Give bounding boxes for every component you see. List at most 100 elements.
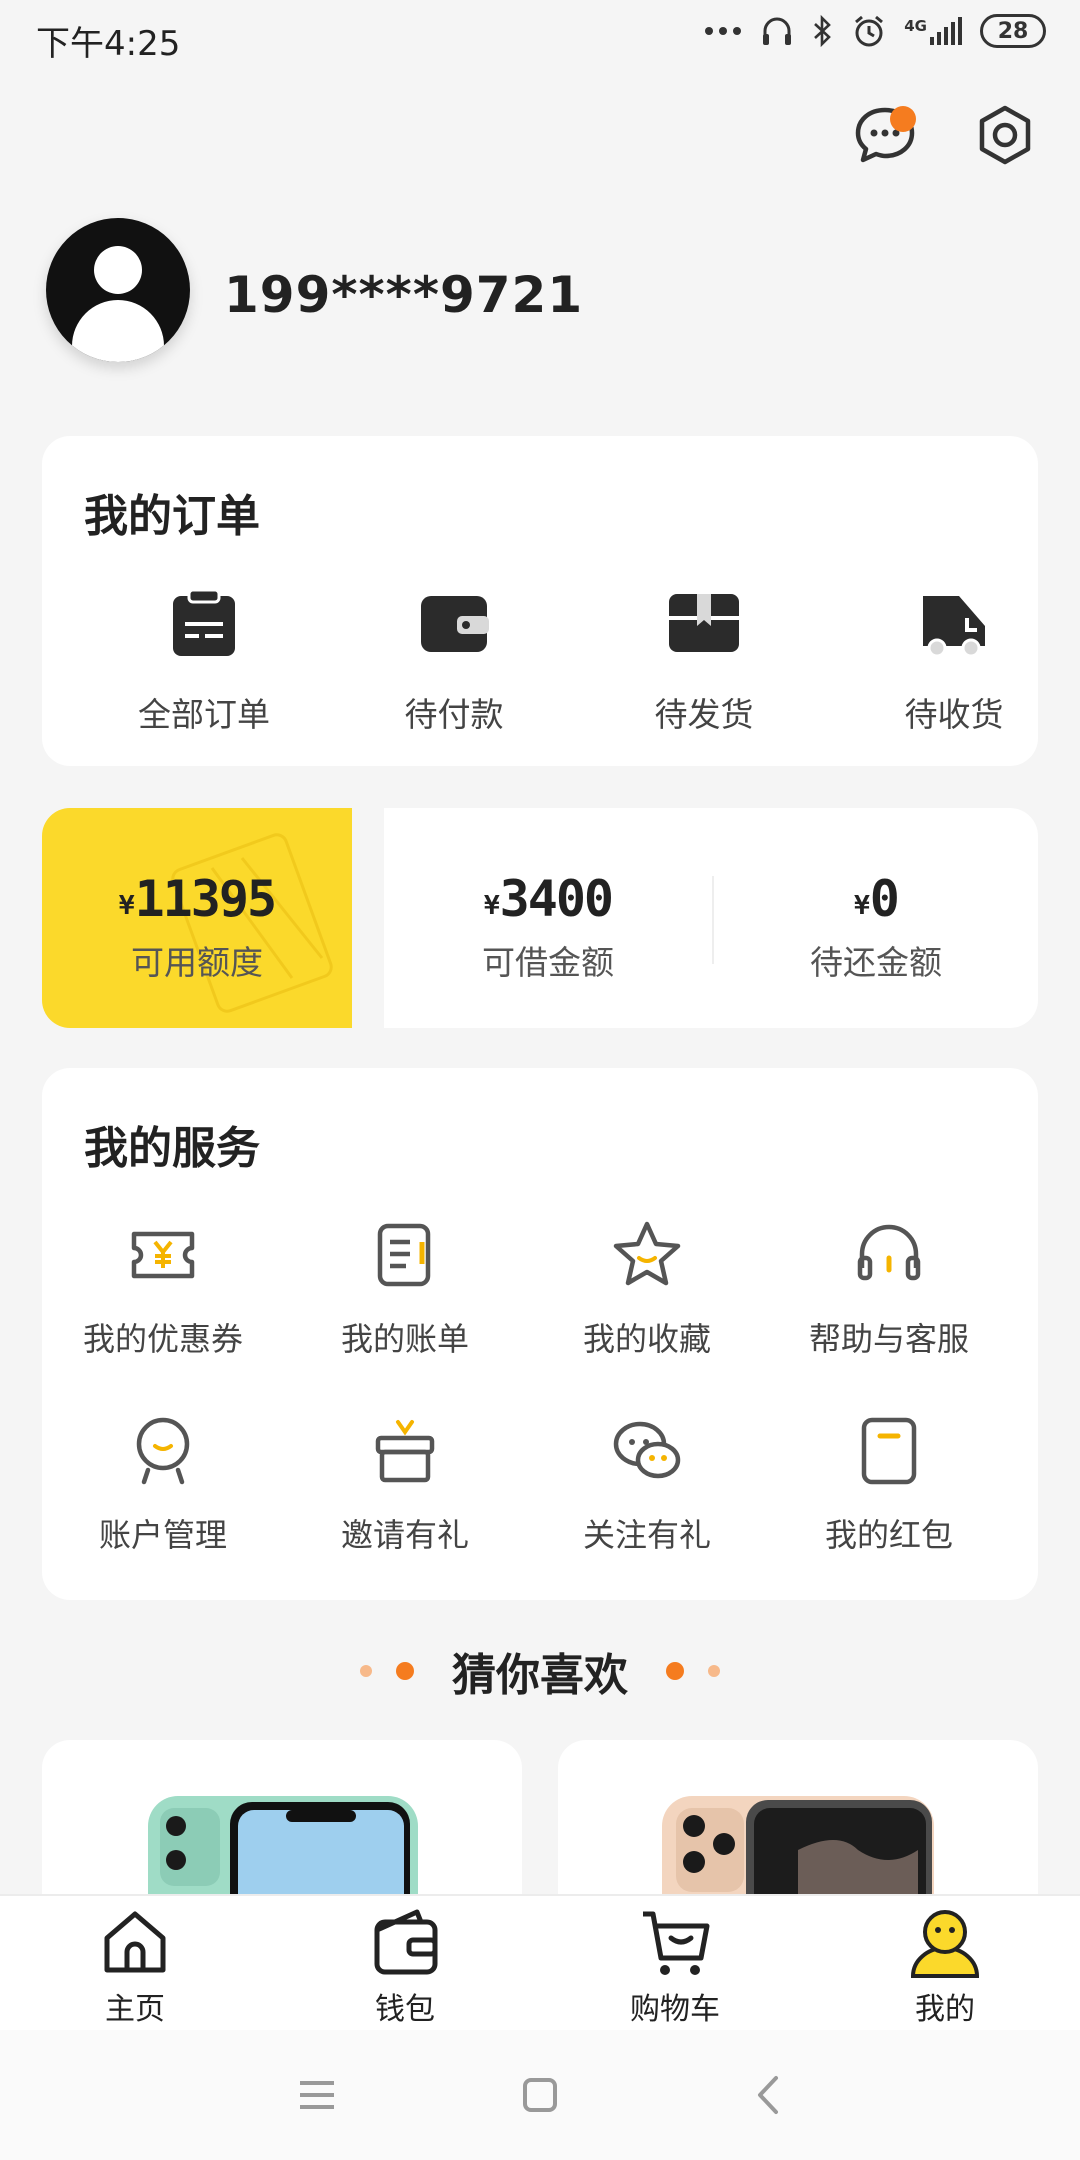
available-credit: ¥11395 可用额度 xyxy=(42,870,352,984)
service-account[interactable]: 账户管理 xyxy=(42,1414,284,1556)
order-all-label: 全部订单 xyxy=(138,695,270,734)
product-card[interactable] xyxy=(42,1740,522,1900)
notification-dot xyxy=(890,106,916,132)
wallet-icon xyxy=(421,596,489,652)
service-follow[interactable]: 关注有礼 xyxy=(526,1414,768,1556)
pending-currency: ¥ xyxy=(854,891,870,921)
service-help[interactable]: 帮助与客服 xyxy=(768,1218,1010,1360)
bottom-nav: 主页 钱包 购物车 我的 xyxy=(0,1894,1080,2030)
avatar-user-icon xyxy=(72,246,164,362)
decor-dot xyxy=(708,1665,720,1677)
service-red-packet-label: 我的红包 xyxy=(824,1516,953,1554)
borrowable-currency: ¥ xyxy=(483,891,500,921)
borrowable-amount[interactable]: ¥3400 可借金额 xyxy=(384,870,712,984)
order-to-ship-button[interactable]: 待发货 xyxy=(604,586,804,736)
avatar[interactable] xyxy=(46,218,190,362)
service-invite[interactable]: 邀请有礼 xyxy=(284,1414,526,1556)
nav-cart-label: 购物车 xyxy=(630,1992,720,2027)
recommend-header: 猜你喜欢 xyxy=(0,1636,1080,1706)
pending-label: 待还金额 xyxy=(810,943,942,982)
back-button[interactable] xyxy=(744,2070,794,2120)
bluetooth-icon xyxy=(814,14,832,48)
services-card: 我的服务 我的优惠券 我的账单 我的收藏 帮助与客服 账户管理 邀请有礼 关注有… xyxy=(42,1068,1038,1600)
nav-profile-label: 我的 xyxy=(915,1992,975,2027)
available-credit-value: 11395 xyxy=(134,870,278,928)
service-coupons[interactable]: 我的优惠券 xyxy=(42,1218,284,1360)
nav-home-label: 主页 xyxy=(105,1992,165,2027)
order-to-receive-button[interactable]: 待收货 xyxy=(854,586,1054,736)
recommend-title: 猜你喜欢 xyxy=(452,1650,628,1701)
product-card[interactable] xyxy=(558,1740,1038,1900)
pending-value: 0 xyxy=(869,870,900,928)
square-home-icon xyxy=(523,2078,557,2112)
status-bar: 下午4:25 4G 28 xyxy=(0,0,1080,80)
orders-title: 我的订单 xyxy=(84,491,260,542)
cart-icon xyxy=(643,1911,710,1975)
profile-icon xyxy=(910,1910,980,1978)
nav-home[interactable]: 主页 xyxy=(35,1906,235,2028)
box-icon xyxy=(669,594,739,652)
orders-card: 我的订单 全部订单 待付款 待发货 待收货 xyxy=(42,436,1038,766)
signal-icon xyxy=(930,17,962,45)
battery-icon: 28 xyxy=(980,14,1046,48)
product-image-gold-phone xyxy=(662,1796,934,1900)
available-credit-label: 可用额度 xyxy=(131,943,263,982)
loan-summary-card: ¥3400 可借金额 ¥0 待还金额 xyxy=(384,808,1038,1028)
star-icon xyxy=(613,1221,681,1286)
decor-dot xyxy=(360,1665,372,1677)
service-bills[interactable]: 我的账单 xyxy=(284,1218,526,1360)
more-dots-icon xyxy=(705,27,742,35)
wechat-icon xyxy=(613,1421,681,1479)
red-packet-icon xyxy=(861,1417,917,1485)
menu-button[interactable] xyxy=(292,2070,342,2120)
order-all-button[interactable]: 全部订单 xyxy=(104,586,304,736)
decor-dot xyxy=(396,1662,414,1680)
nav-profile[interactable]: 我的 xyxy=(845,1906,1045,2028)
back-icon xyxy=(758,2076,778,2114)
order-to-ship-label: 待发货 xyxy=(654,695,754,734)
service-account-label: 账户管理 xyxy=(98,1516,227,1554)
nav-cart[interactable]: 购物车 xyxy=(575,1906,775,2028)
user-phone: 199****9721 xyxy=(224,266,584,324)
pending-repayment[interactable]: ¥0 待还金额 xyxy=(714,870,1038,984)
clipboard-icon xyxy=(173,588,235,656)
service-favorites[interactable]: 我的收藏 xyxy=(526,1218,768,1360)
pending-repayment-value: ¥0 xyxy=(714,870,1038,928)
services-title: 我的服务 xyxy=(84,1123,260,1174)
borrowable-value: 3400 xyxy=(499,870,614,928)
service-coupons-label: 我的优惠券 xyxy=(82,1320,243,1358)
order-unpaid-label: 待付款 xyxy=(404,695,504,734)
order-unpaid-button[interactable]: 待付款 xyxy=(354,586,554,736)
order-to-receive-label: 待收货 xyxy=(904,695,1004,734)
service-help-label: 帮助与客服 xyxy=(808,1320,969,1358)
home-icon xyxy=(104,1911,166,1973)
service-invite-label: 邀请有礼 xyxy=(340,1516,469,1554)
signal-4g: 4G xyxy=(904,17,962,45)
status-icons: 4G 28 xyxy=(704,14,1046,48)
wallet-icon xyxy=(374,1909,438,1975)
network-type: 4G xyxy=(904,17,927,35)
settings-button[interactable] xyxy=(972,102,1038,168)
borrowable-amount-value: ¥3400 xyxy=(384,870,712,928)
headphones-icon xyxy=(763,17,792,45)
available-credit-currency: ¥ xyxy=(118,891,135,921)
borrowable-label: 可借金额 xyxy=(482,943,614,982)
service-favorites-label: 我的收藏 xyxy=(582,1320,711,1358)
alarm-icon xyxy=(855,15,884,47)
coupon-icon xyxy=(131,1231,195,1279)
service-follow-label: 关注有礼 xyxy=(582,1516,711,1554)
nav-wallet[interactable]: 钱包 xyxy=(305,1906,505,2028)
menu-icon xyxy=(300,2081,334,2109)
account-icon xyxy=(136,1417,190,1485)
home-button[interactable] xyxy=(515,2070,565,2120)
product-image-green-phone xyxy=(148,1796,418,1900)
nav-wallet-label: 钱包 xyxy=(375,1992,435,2027)
headset-icon xyxy=(857,1224,921,1281)
service-red-packet[interactable]: 我的红包 xyxy=(768,1414,1010,1556)
settings-icon xyxy=(979,105,1031,165)
service-bills-label: 我的账单 xyxy=(340,1320,469,1358)
system-nav-bar xyxy=(0,2030,1080,2160)
status-time: 下午4:25 xyxy=(36,24,181,64)
available-credit-card[interactable]: ¥11395 可用额度 xyxy=(42,808,352,1028)
bill-icon xyxy=(377,1223,431,1287)
